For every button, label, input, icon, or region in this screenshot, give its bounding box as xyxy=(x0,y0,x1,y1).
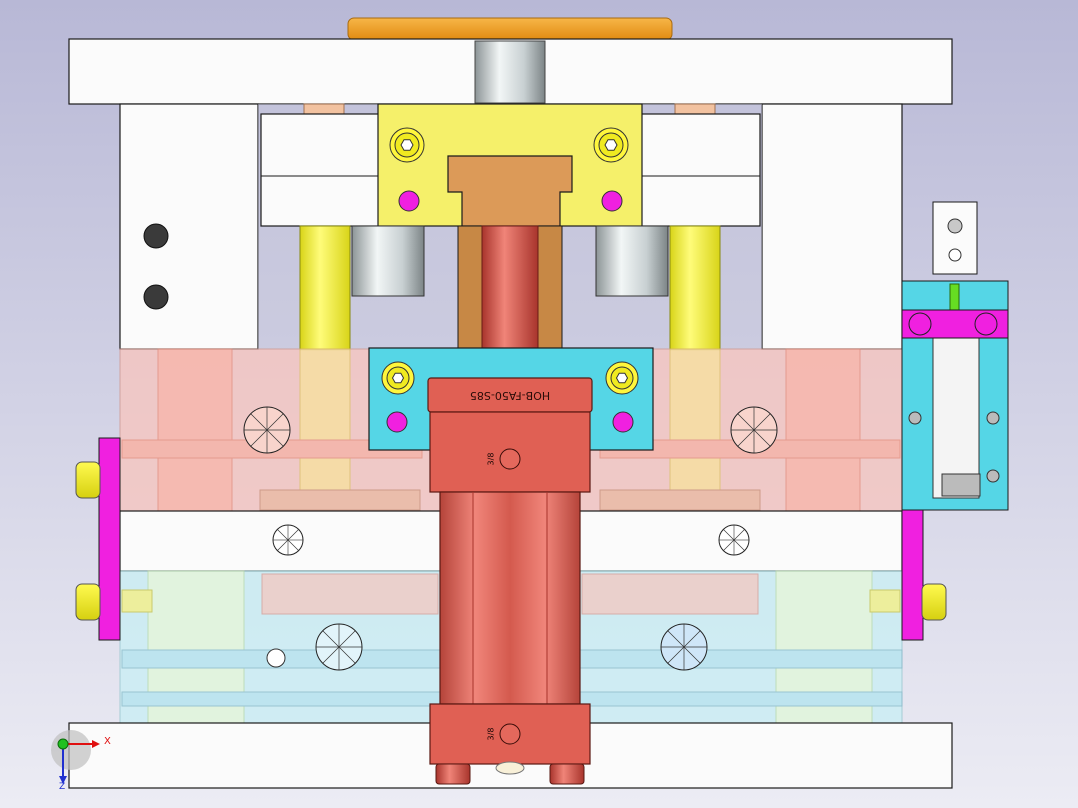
bracket-hole-icon xyxy=(948,248,962,262)
port-label-lower: 3/8 xyxy=(487,728,496,741)
dowel-pin-icon xyxy=(601,190,623,212)
small-pin-right xyxy=(674,103,716,115)
switch-screw-icon xyxy=(908,411,922,425)
guide-pillar-right xyxy=(669,225,721,351)
ejector-wheel-left xyxy=(243,406,291,454)
switch-plunger xyxy=(941,473,981,497)
cylinder-port-lower xyxy=(499,723,521,745)
limit-switch-bracket xyxy=(932,201,978,275)
right-rail-upper xyxy=(761,103,903,350)
dowel-pin-icon xyxy=(386,411,408,433)
dowel-pin-icon xyxy=(398,190,420,212)
socket-bolt-icon xyxy=(389,127,425,163)
left-pin-lower xyxy=(75,583,101,621)
rail-hole-1 xyxy=(143,223,169,249)
socket-bolt-icon xyxy=(381,361,415,395)
core-hole-left xyxy=(266,648,286,668)
ejector-wheel-low-left xyxy=(315,623,363,671)
cylinder-model-text: HOB-FA50-S85 xyxy=(470,389,550,402)
locating-ring xyxy=(347,17,673,41)
tie-rod-end-right xyxy=(549,763,585,785)
cad-viewport[interactable]: HOB-FA50-S85 3/8 3/8 X Z xyxy=(0,0,1078,808)
ejector-wheel-low-right xyxy=(660,623,708,671)
dowel-pin-icon xyxy=(612,411,634,433)
ejector-wheel-right xyxy=(730,406,778,454)
guide-bushing-left xyxy=(351,225,425,297)
switch-screw-icon xyxy=(986,469,1000,483)
t-slot-adapter xyxy=(447,155,573,227)
small-pin-left xyxy=(303,103,345,115)
bottom-knockout xyxy=(495,761,525,775)
left-side-clamp xyxy=(98,437,121,641)
tie-rod-end-left xyxy=(435,763,471,785)
guide-pillar-left xyxy=(299,225,351,351)
ejector-wheel-mid-right xyxy=(718,524,750,556)
bracket-hole-icon xyxy=(947,218,963,234)
switch-screw-icon xyxy=(986,411,1000,425)
left-pin-upper xyxy=(75,461,101,499)
switch-green-rod xyxy=(949,283,960,311)
switch-bolt-icon xyxy=(908,312,932,336)
left-rail-upper xyxy=(119,103,259,350)
sprue-bushing xyxy=(474,40,546,104)
left-slide-plate xyxy=(260,113,382,227)
right-pin-lower xyxy=(921,583,947,621)
right-slide-plate xyxy=(639,113,761,227)
guide-bushing-right xyxy=(595,225,669,297)
cylinder-barrel xyxy=(439,491,581,705)
triad-z-label: Z xyxy=(59,782,65,792)
socket-bolt-icon xyxy=(593,127,629,163)
cylinder-port-upper xyxy=(499,448,521,470)
switch-bolt-icon xyxy=(974,312,998,336)
port-label-upper: 3/8 xyxy=(487,453,496,466)
ejector-wheel-mid-left xyxy=(272,524,304,556)
socket-bolt-icon xyxy=(605,361,639,395)
rail-hole-2 xyxy=(143,284,169,310)
triad-x-label: X xyxy=(104,736,111,747)
